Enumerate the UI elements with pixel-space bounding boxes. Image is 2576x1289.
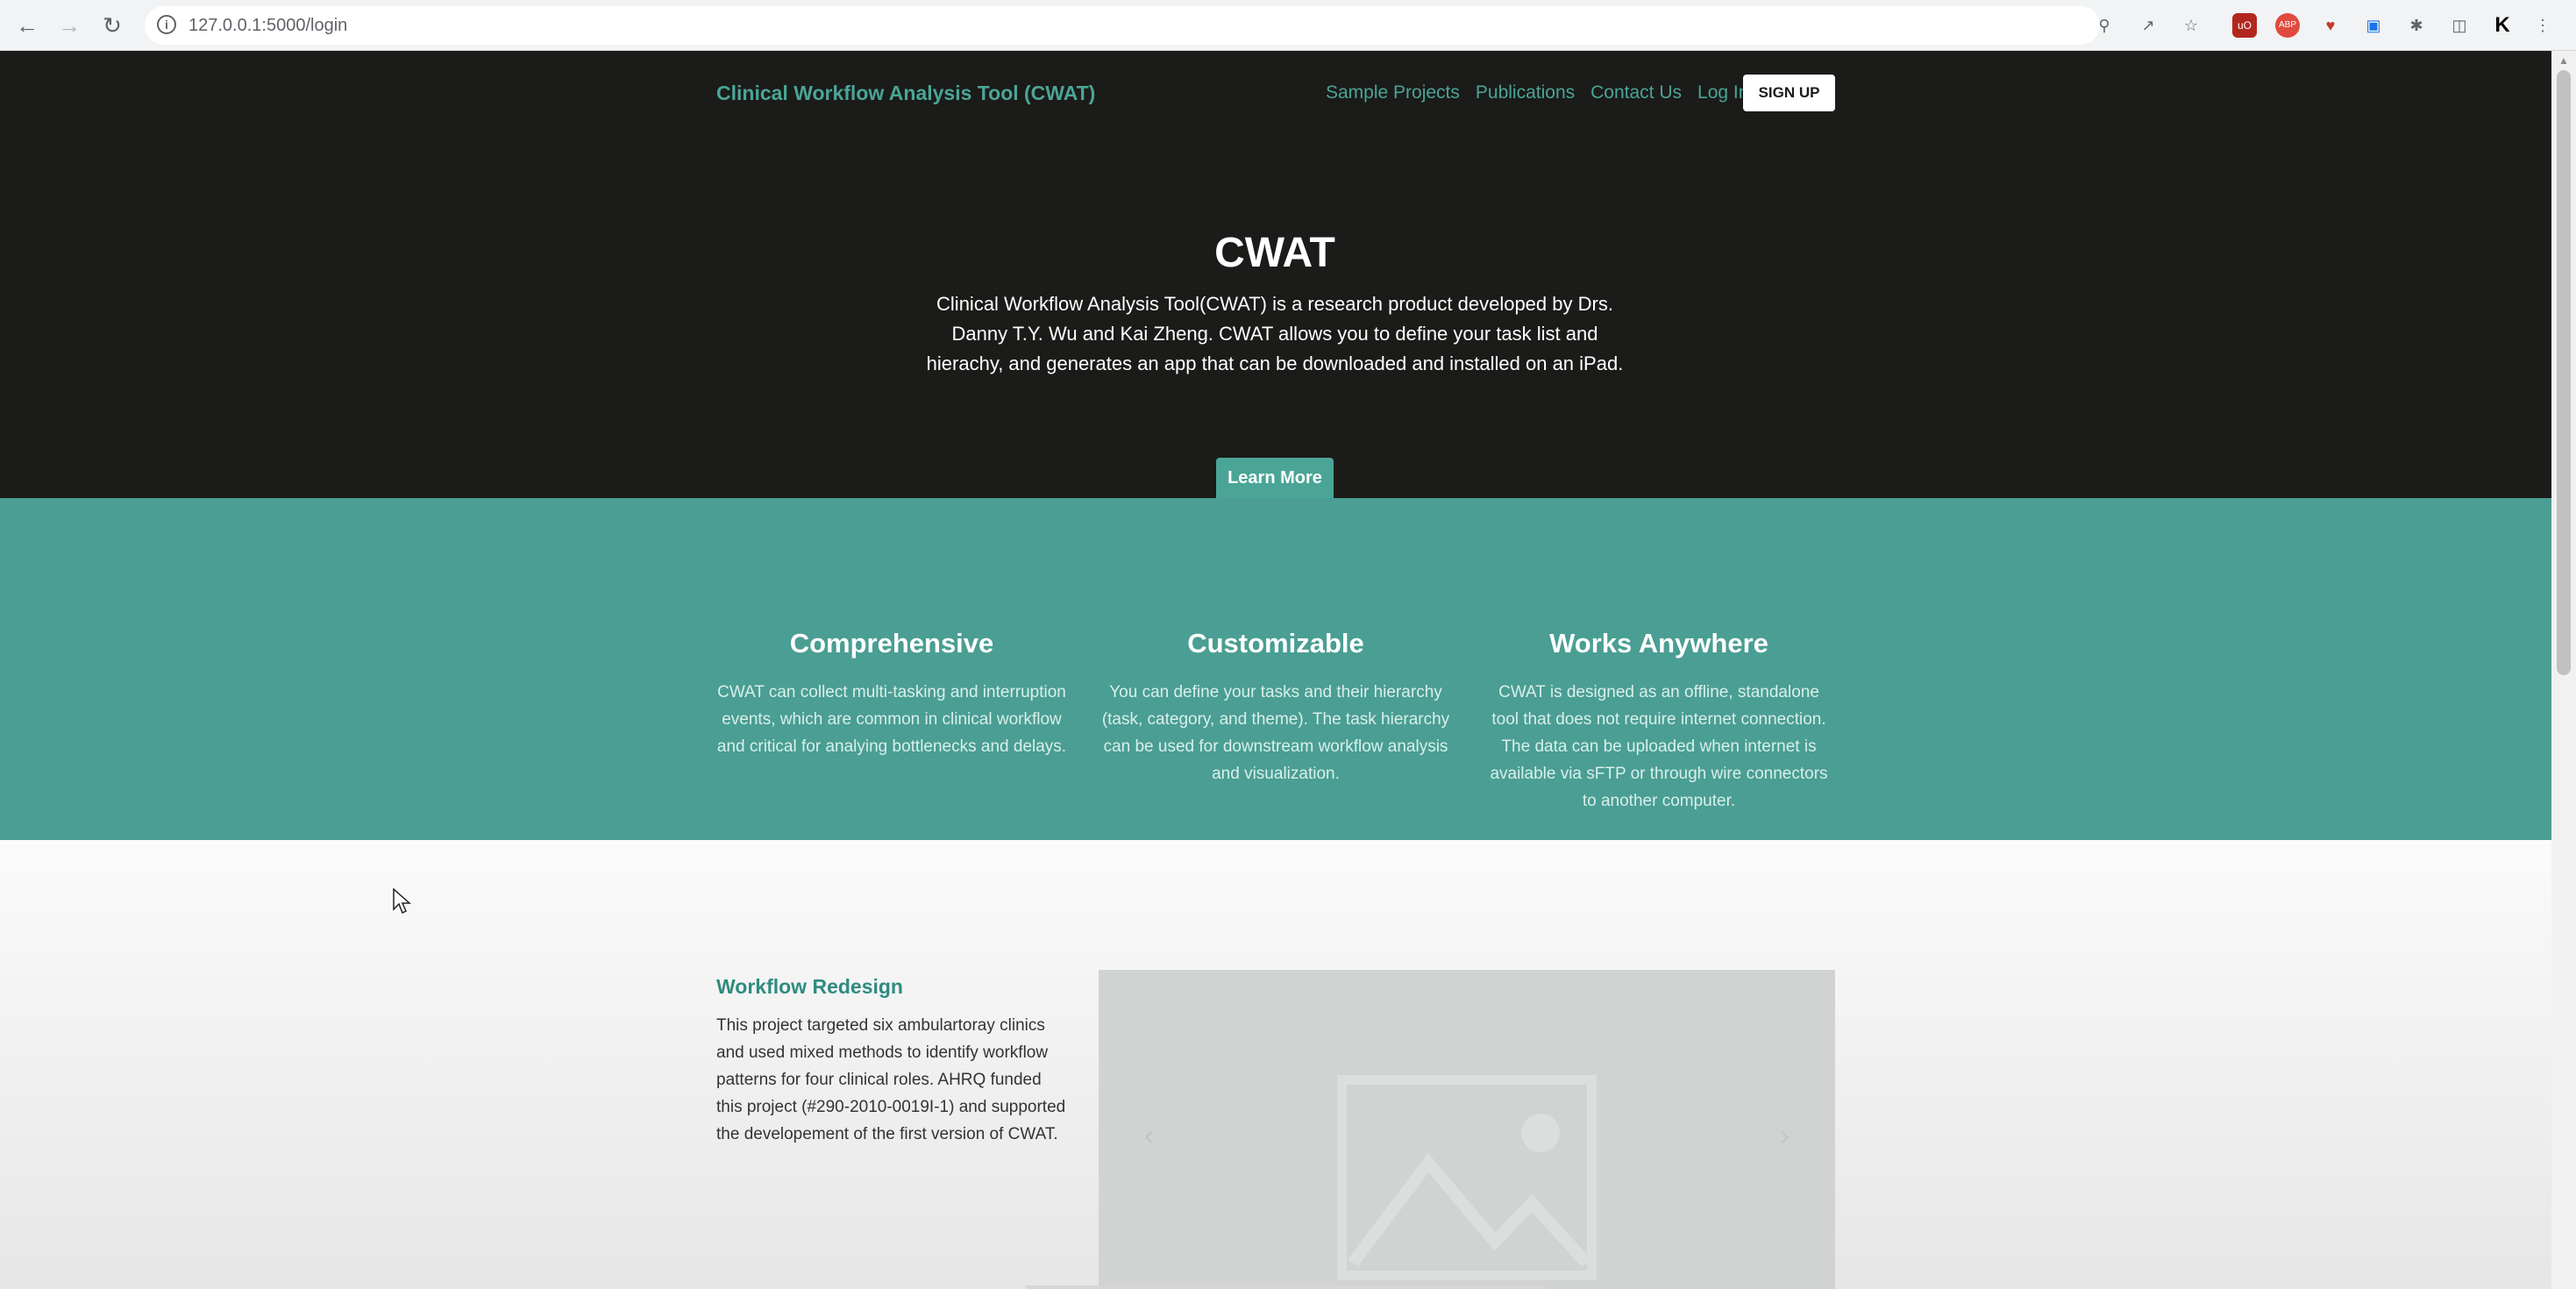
profile-avatar-icon[interactable]: K [2490,13,2515,38]
image-placeholder-icon [1337,1075,1597,1280]
nav-links: Sample Projects Publications Contact Us … [1326,82,1748,103]
horizontal-scroll-hint [1026,1285,1547,1289]
zoom-icon[interactable]: ⚲ [2092,13,2117,38]
feature-title: Customizable [1187,628,1364,659]
carousel-prev-icon[interactable]: ‹ [1144,1119,1154,1153]
side-panel-icon[interactable]: ◫ [2447,13,2472,38]
feature-works-anywhere: Works Anywhere CWAT is designed as an of… [1484,628,1834,815]
share-icon[interactable]: ↗ [2136,13,2160,38]
feature-comprehensive: Comprehensive CWAT can collect multi-tas… [716,628,1067,760]
nav-link-contact-us[interactable]: Contact Us [1590,82,1682,103]
signup-button[interactable]: SIGN UP [1743,75,1835,111]
dislike-extension-icon[interactable]: ♥ [2318,13,2343,38]
nav-link-log-in[interactable]: Log In [1697,82,1748,103]
hero-title: CWAT [1214,230,1335,276]
learn-more-button[interactable]: Learn More [1216,458,1334,498]
mouse-cursor-icon [393,888,411,915]
carousel-next-icon[interactable]: › [1780,1119,1790,1153]
extensions-puzzle-icon[interactable]: ✱ [2404,13,2429,38]
feature-text: CWAT is designed as an offline, standalo… [1490,683,1828,810]
ublock-extension-icon[interactable]: uO [2232,13,2257,38]
site-info-icon[interactable]: i [157,15,176,34]
feature-title: Comprehensive [789,628,994,659]
bookmark-star-icon[interactable]: ☆ [2179,13,2203,38]
url-text[interactable]: 127.0.0.1:5000/login [189,16,347,36]
browser-toolbar: ← → ↻ i 127.0.0.1:5000/login ⚲ ↗ ☆ uO AB… [0,0,2576,51]
site-brand[interactable]: Clinical Workflow Analysis Tool (CWAT) [716,82,1095,105]
feature-title: Works Anywhere [1549,628,1768,659]
adblock-extension-icon[interactable]: ABP [2275,13,2300,38]
reload-icon[interactable]: ↻ [97,11,127,40]
hero-description: Clinical Workflow Analysis Tool(CWAT) is… [926,293,1624,374]
project-title: Workflow Redesign [716,975,903,998]
screen-extension-icon[interactable]: ▣ [2361,13,2386,38]
feature-text: CWAT can collect multi-tasking and inter… [716,683,1067,756]
forward-icon[interactable]: → [54,11,84,40]
project-image-carousel[interactable]: ‹ › [1099,970,1835,1289]
menu-kebab-icon[interactable]: ⋮ [2534,13,2551,38]
projects-section: Workflow Redesign This project targeted … [0,840,2551,1289]
feature-text: You can define your tasks and their hier… [1101,683,1450,783]
back-icon[interactable]: ← [12,11,42,40]
nav-link-publications[interactable]: Publications [1476,82,1575,103]
feature-customizable: Customizable You can define your tasks a… [1100,628,1451,787]
address-bar[interactable]: i 127.0.0.1:5000/login [145,6,2100,45]
scroll-up-icon[interactable]: ▲ [2558,54,2569,67]
project-description: This project targeted six ambulartoray c… [716,1016,1066,1143]
page-scrollbar[interactable]: ▲ [2551,51,2576,1289]
hero-section: Clinical Workflow Analysis Tool (CWAT) S… [0,51,2551,498]
features-section: Comprehensive CWAT can collect multi-tas… [0,498,2551,840]
scrollbar-thumb[interactable] [2557,70,2571,675]
nav-link-sample-projects[interactable]: Sample Projects [1326,82,1460,103]
